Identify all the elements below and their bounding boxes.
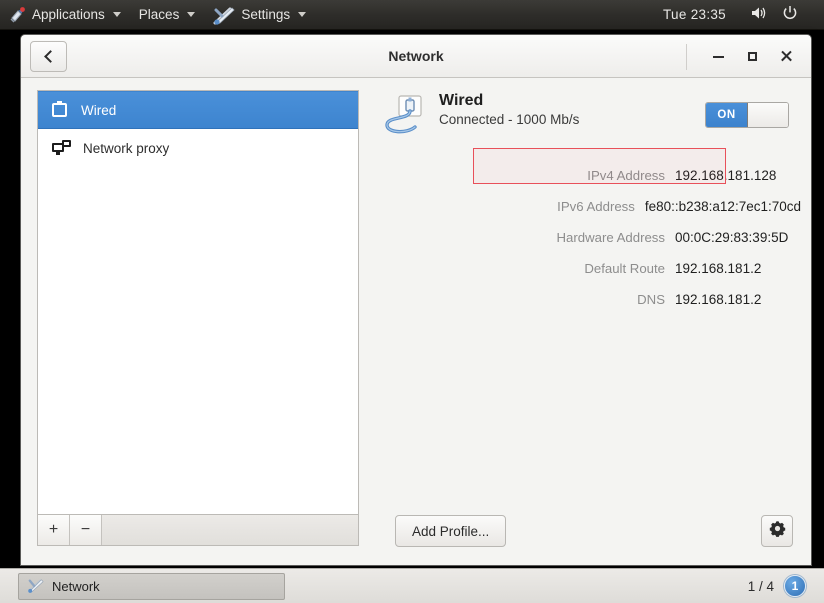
workspace-count: 1 / 4 [747, 578, 774, 594]
desktop-screen: Applications Places Settings Tue 23:35 N… [0, 0, 824, 603]
toggle-state-label: ON [706, 103, 748, 127]
details-action-bar: Add Profile... [373, 515, 801, 549]
settings-tools-icon [213, 6, 235, 25]
add-device-button[interactable]: + [38, 515, 70, 545]
workspace-badge[interactable]: 1 [784, 575, 806, 597]
device-power-toggle[interactable]: ON [705, 102, 789, 128]
speaker-icon[interactable] [750, 5, 768, 24]
network-proxy-icon [52, 140, 71, 156]
info-label: IPv4 Address [587, 168, 665, 183]
table-row: DNS 192.168.181.2 [373, 284, 801, 315]
window-titlebar: Network [21, 35, 811, 78]
menu-applications-label: Applications [32, 7, 105, 22]
sidebar-item-wired[interactable]: Wired [38, 91, 358, 129]
window-controls [686, 35, 803, 78]
menu-settings[interactable]: Settings [204, 0, 315, 30]
table-row: IPv4 Address 192.168.181.128 [373, 160, 801, 191]
top-panel-status-area: Tue 23:35 [663, 5, 824, 24]
network-device-list: Wired Network proxy [37, 90, 359, 515]
toggle-knob [748, 103, 788, 127]
window-body: Wired Network proxy + − Wired Connected … [21, 78, 811, 565]
minimize-icon [712, 55, 724, 58]
power-icon[interactable] [782, 5, 798, 24]
remove-device-button[interactable]: − [70, 515, 102, 545]
device-status: Connected - 1000 Mb/s [439, 112, 580, 127]
applications-icon [9, 6, 26, 23]
back-button[interactable] [30, 41, 67, 72]
table-row: IPv6 Address fe80::b238:a12:7ec1:70cd [373, 191, 801, 222]
taskbar-window-button[interactable]: Network [18, 572, 285, 600]
minimize-button[interactable] [701, 42, 735, 72]
network-settings-window: Network Wired Network proxy + − Wired Co… [20, 34, 812, 566]
info-label: Hardware Address [556, 230, 665, 245]
info-label: DNS [637, 292, 665, 307]
close-button[interactable] [769, 42, 803, 72]
info-label: IPv6 Address [557, 199, 635, 214]
menu-places[interactable]: Places [130, 0, 205, 30]
table-row: Default Route 192.168.181.2 [373, 253, 801, 284]
menu-places-label: Places [138, 7, 180, 22]
chevron-down-icon [298, 12, 307, 17]
device-name: Wired [439, 92, 484, 109]
info-value: fe80::b238:a12:7ec1:70cd [644, 199, 801, 214]
gear-icon [769, 520, 786, 542]
menu-settings-label: Settings [241, 7, 291, 22]
info-value: 00:0C:29:83:39:5D [675, 230, 789, 245]
workspace-switcher: 1 / 4 1 [748, 575, 816, 597]
maximize-button[interactable] [735, 42, 769, 72]
info-value: 192.168.181.2 [675, 292, 762, 307]
device-header-texts: Wired Connected - 1000 Mb/s [439, 90, 579, 127]
info-value: 192.168.181.2 [675, 261, 762, 276]
titlebar-separator [686, 43, 687, 70]
sidebar-item-network-proxy[interactable]: Network proxy [38, 129, 358, 167]
device-list-toolbar: + − [37, 515, 359, 546]
taskbar-window-label: Network [52, 578, 100, 594]
chevron-left-icon [43, 50, 57, 63]
top-panel: Applications Places Settings Tue 23:35 [0, 0, 824, 30]
settings-gear-button[interactable] [761, 515, 793, 547]
device-details-pane: Wired Connected - 1000 Mb/s ON IPv4 Addr… [373, 90, 801, 315]
info-value: 192.168.181.128 [675, 168, 777, 183]
wired-icon [52, 100, 69, 119]
clock[interactable]: Tue 23:35 [663, 7, 726, 22]
info-label: Default Route [584, 261, 665, 276]
device-info-table: IPv4 Address 192.168.181.128 IPv6 Addres… [373, 160, 801, 315]
sidebar-item-label: Wired [81, 102, 117, 118]
ethernet-cable-icon [381, 94, 433, 142]
bottom-taskbar: Network 1 / 4 1 [0, 568, 824, 603]
table-row: Hardware Address 00:0C:29:83:39:5D [373, 222, 801, 253]
maximize-icon [747, 52, 757, 61]
sidebar-item-label: Network proxy [83, 140, 170, 156]
menu-applications[interactable]: Applications [0, 0, 130, 30]
close-icon [780, 50, 793, 63]
chevron-down-icon [187, 12, 196, 17]
chevron-down-icon [112, 12, 121, 17]
settings-tools-icon [27, 578, 44, 594]
add-profile-button[interactable]: Add Profile... [395, 515, 507, 547]
